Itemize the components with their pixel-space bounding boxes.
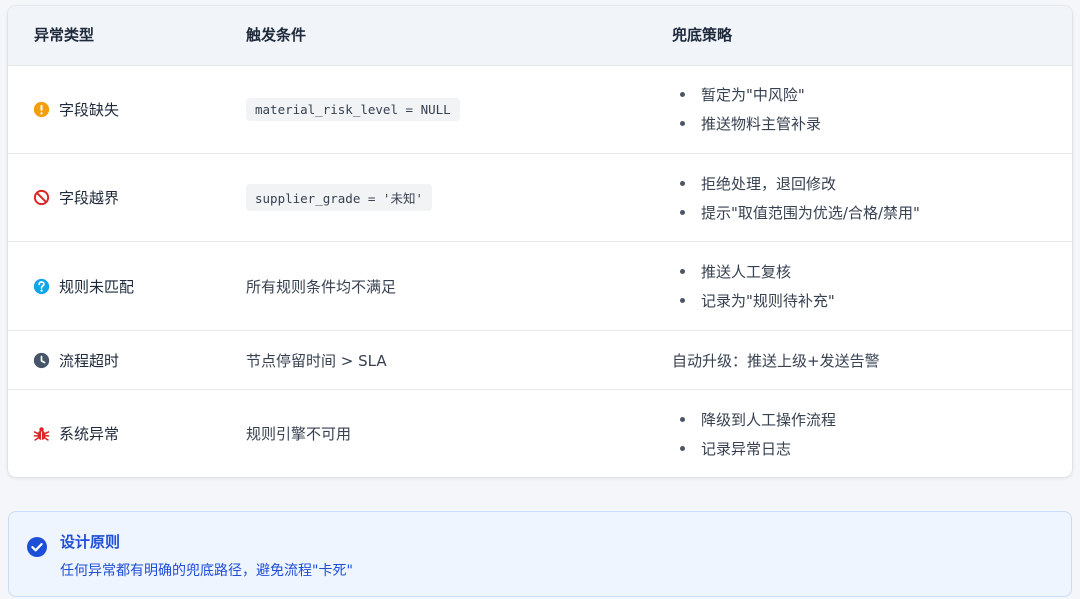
table-row: 流程超时 节点停留时间 > SLA 自动升级：推送上级+发送告警 xyxy=(8,331,1072,390)
strategy-text: 推送物料主管补录 xyxy=(701,115,822,133)
condition-code: supplier_grade = '未知' xyxy=(246,184,432,211)
exception-type-label: 规则未匹配 xyxy=(59,277,135,296)
list-item: 暂定为"中风险" xyxy=(672,80,821,109)
question-circle-icon xyxy=(33,278,50,294)
exception-table: 异常类型 触发条件 兜底策略 字段缺失 material_risk_level … xyxy=(8,6,1072,477)
strategy-text: 记录异常日志 xyxy=(701,439,792,458)
condition-code: material_risk_level = NULL xyxy=(246,97,460,121)
design-principle-callout: 设计原则 任何异常都有明确的兜底路径，避免流程"卡死" xyxy=(8,511,1072,597)
strategy-text: 暂定为"中风险" xyxy=(701,86,805,104)
list-item: 提示"取值范围为优选/合格/禁用" xyxy=(672,198,920,227)
strategy-text: 提示"取值范围为优选/合格/禁用" xyxy=(701,203,920,222)
list-item: 拒绝处理，退回修改 xyxy=(672,169,920,198)
prohibited-icon xyxy=(33,189,50,206)
strategy-list: 降级到人工操作流程 记录异常日志 xyxy=(672,390,836,477)
header-trigger-condition: 触发条件 xyxy=(246,26,307,44)
table-row: 系统异常 规则引擎不可用 降级到人工操作流程 记录异常日志 xyxy=(8,390,1072,477)
principle-title: 设计原则 xyxy=(60,533,121,551)
list-item: 记录异常日志 xyxy=(672,434,836,463)
strategy-text: 拒绝处理，退回修改 xyxy=(701,174,837,193)
strategy-text: 推送人工复核 xyxy=(701,263,792,281)
bullet-dot xyxy=(680,209,685,215)
table-row: 字段缺失 material_risk_level = NULL 暂定为"中风险"… xyxy=(8,65,1072,154)
warning-circle-icon xyxy=(33,101,50,117)
list-item: 降级到人工操作流程 xyxy=(672,405,836,434)
principle-description: 任何异常都有明确的兜底路径，避免流程"卡死" xyxy=(60,563,353,579)
exception-type-label: 系统异常 xyxy=(59,425,120,443)
strategy-list: 拒绝处理，退回修改 提示"取值范围为优选/合格/禁用" xyxy=(672,154,920,241)
bullet-dot xyxy=(680,298,685,303)
exception-type-label: 流程超时 xyxy=(59,351,120,370)
bullet-dot xyxy=(680,445,685,451)
list-item: 推送人工复核 xyxy=(672,257,835,286)
table-row: 规则未匹配 所有规则条件均不满足 推送人工复核 记录为"规则待补充" xyxy=(8,242,1072,331)
check-circle-icon xyxy=(27,537,47,557)
strategy-list: 暂定为"中风险" 推送物料主管补录 xyxy=(672,65,821,153)
condition-text: 规则引擎不可用 xyxy=(246,425,352,443)
header-fallback-strategy: 兜底策略 xyxy=(672,26,733,44)
strategy-list: 推送人工复核 记录为"规则待补充" xyxy=(672,242,835,330)
strategy-text: 降级到人工操作流程 xyxy=(701,410,837,429)
exception-type-label: 字段缺失 xyxy=(59,100,120,119)
bullet-dot xyxy=(680,269,685,274)
table-header: 异常类型 触发条件 兜底策略 xyxy=(8,6,1072,66)
list-item: 推送物料主管补录 xyxy=(672,109,821,138)
list-item: 记录为"规则待补充" xyxy=(672,286,835,315)
table-row: 字段越界 supplier_grade = '未知' 拒绝处理，退回修改 提示"… xyxy=(8,154,1072,242)
strategy-text: 记录为"规则待补充" xyxy=(701,292,835,310)
exception-type-label: 字段越界 xyxy=(59,189,120,207)
bullet-dot xyxy=(680,180,685,186)
bug-icon xyxy=(33,427,50,441)
condition-text: 节点停留时间 > SLA xyxy=(246,351,387,370)
header-exception-type: 异常类型 xyxy=(34,26,95,44)
clock-icon xyxy=(33,352,50,368)
strategy-text: 自动升级：推送上级+发送告警 xyxy=(672,351,880,370)
bullet-dot xyxy=(680,121,685,126)
condition-text: 所有规则条件均不满足 xyxy=(246,277,397,296)
bullet-dot xyxy=(680,416,685,422)
bullet-dot xyxy=(680,92,685,97)
